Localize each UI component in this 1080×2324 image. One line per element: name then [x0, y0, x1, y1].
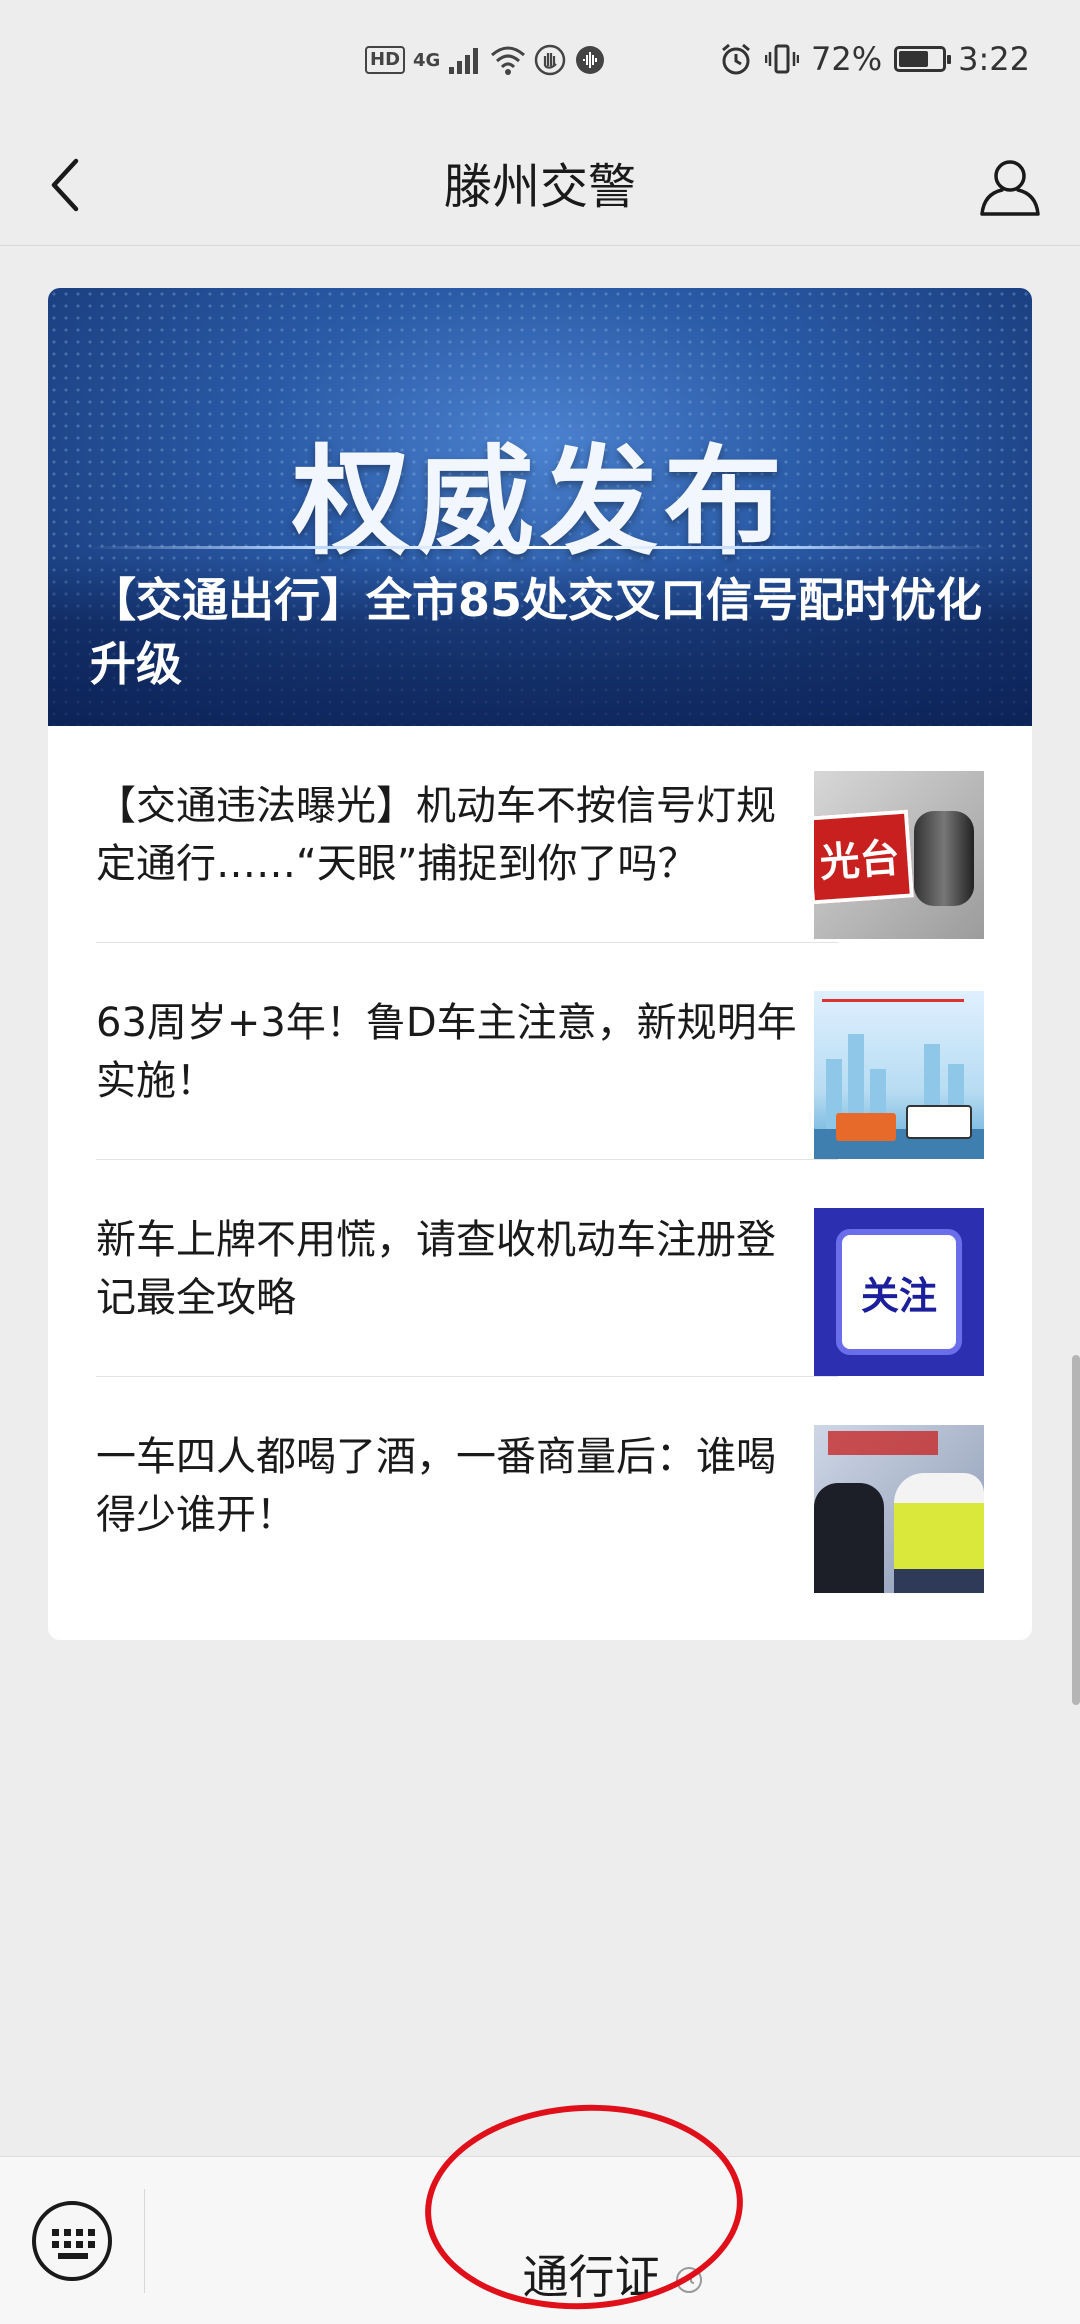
- news-item[interactable]: 一车四人都喝了酒，一番商量后：谁喝得少谁开！: [96, 1377, 984, 1594]
- banner-divider: [88, 546, 992, 549]
- keyboard-icon: [32, 2201, 112, 2281]
- banner-heading: 权威发布: [291, 433, 788, 571]
- news-title: 一车四人都喝了酒，一番商量后：谁喝得少谁开！: [96, 1433, 776, 1538]
- hd-badge: HD: [365, 46, 406, 74]
- thumbnail-stamp: 光台: [814, 809, 914, 905]
- thumbnail-graphic: [914, 811, 974, 906]
- hand-icon: [535, 44, 566, 76]
- article-card: 权威发布 【交通出行】全市85处交叉口信号配时优化升级 【交通违法曝光】机动车不…: [48, 288, 1032, 1640]
- news-thumbnail: [814, 1425, 984, 1593]
- menu-item-label: 通行证: [522, 2249, 661, 2304]
- thumbnail-sign: [828, 1431, 938, 1455]
- news-title: 新车上牌不用慌，请查收机动车注册登记最全攻略: [96, 1216, 776, 1321]
- battery-percent: 72%: [811, 40, 883, 78]
- news-item[interactable]: 【交通违法曝光】机动车不按信号灯规定通行……“天眼”捕捉到你了吗？ 光台: [96, 726, 984, 943]
- chevron-left-icon: [51, 158, 79, 212]
- profile-button[interactable]: [975, 148, 1045, 223]
- vibrate-icon: [765, 44, 800, 74]
- news-item[interactable]: 新车上牌不用慌，请查收机动车注册登记最全攻略 关注: [96, 1160, 984, 1377]
- keyboard-toggle-button[interactable]: [30, 2199, 114, 2283]
- network-type: 4G: [413, 49, 441, 71]
- news-thumbnail: 光台: [814, 771, 984, 939]
- featured-article[interactable]: 权威发布 【交通出行】全市85处交叉口信号配时优化升级: [48, 288, 1032, 726]
- thumbnail-label: 关注: [836, 1229, 962, 1355]
- header: 滕州交警: [0, 130, 1080, 246]
- news-thumbnail: [814, 991, 984, 1159]
- audio-icon: [576, 46, 605, 74]
- person-icon: [980, 159, 1040, 216]
- battery-level: [899, 51, 929, 67]
- featured-article-title: 【交通出行】全市85处交叉口信号配时优化升级: [90, 573, 983, 691]
- wifi-icon: [491, 46, 526, 75]
- news-item[interactable]: 63周岁+3年！鲁D车主注意，新规明年实施！: [96, 943, 984, 1160]
- alarm-icon: [722, 43, 750, 75]
- battery-icon: [894, 46, 952, 72]
- news-thumbnail: 关注: [814, 1208, 984, 1376]
- signal-icon: [449, 48, 479, 74]
- status-left-icons: HD 4G: [365, 44, 606, 76]
- thumbnail-truck: [836, 1113, 896, 1141]
- news-title: 【交通违法曝光】机动车不按信号灯规定通行……“天眼”捕捉到你了吗？: [96, 782, 776, 887]
- mini-program-icon: [675, 2266, 702, 2293]
- thumbnail-officer: [894, 1473, 984, 1593]
- status-right-icons: 72% 3:22: [719, 40, 1030, 78]
- thumbnail-bus: [906, 1105, 972, 1139]
- status-bar: HD 4G 72% 3:22: [0, 0, 1080, 130]
- news-list: 【交通违法曝光】机动车不按信号灯规定通行……“天眼”捕捉到你了吗？ 光台 63周…: [48, 726, 1032, 1594]
- back-button[interactable]: [40, 150, 90, 220]
- clock: 3:22: [958, 40, 1030, 78]
- bottom-menu-bar: 通行证: [0, 2156, 1080, 2324]
- page-title: 滕州交警: [443, 159, 636, 215]
- news-title: 63周岁+3年！鲁D车主注意，新规明年实施！: [96, 999, 797, 1104]
- scrollbar[interactable]: [1072, 1355, 1080, 1705]
- thumbnail-person: [814, 1483, 884, 1593]
- thumbnail-header-lines: [822, 999, 964, 1036]
- menu-item-pass[interactable]: 通行证: [145, 2157, 1080, 2324]
